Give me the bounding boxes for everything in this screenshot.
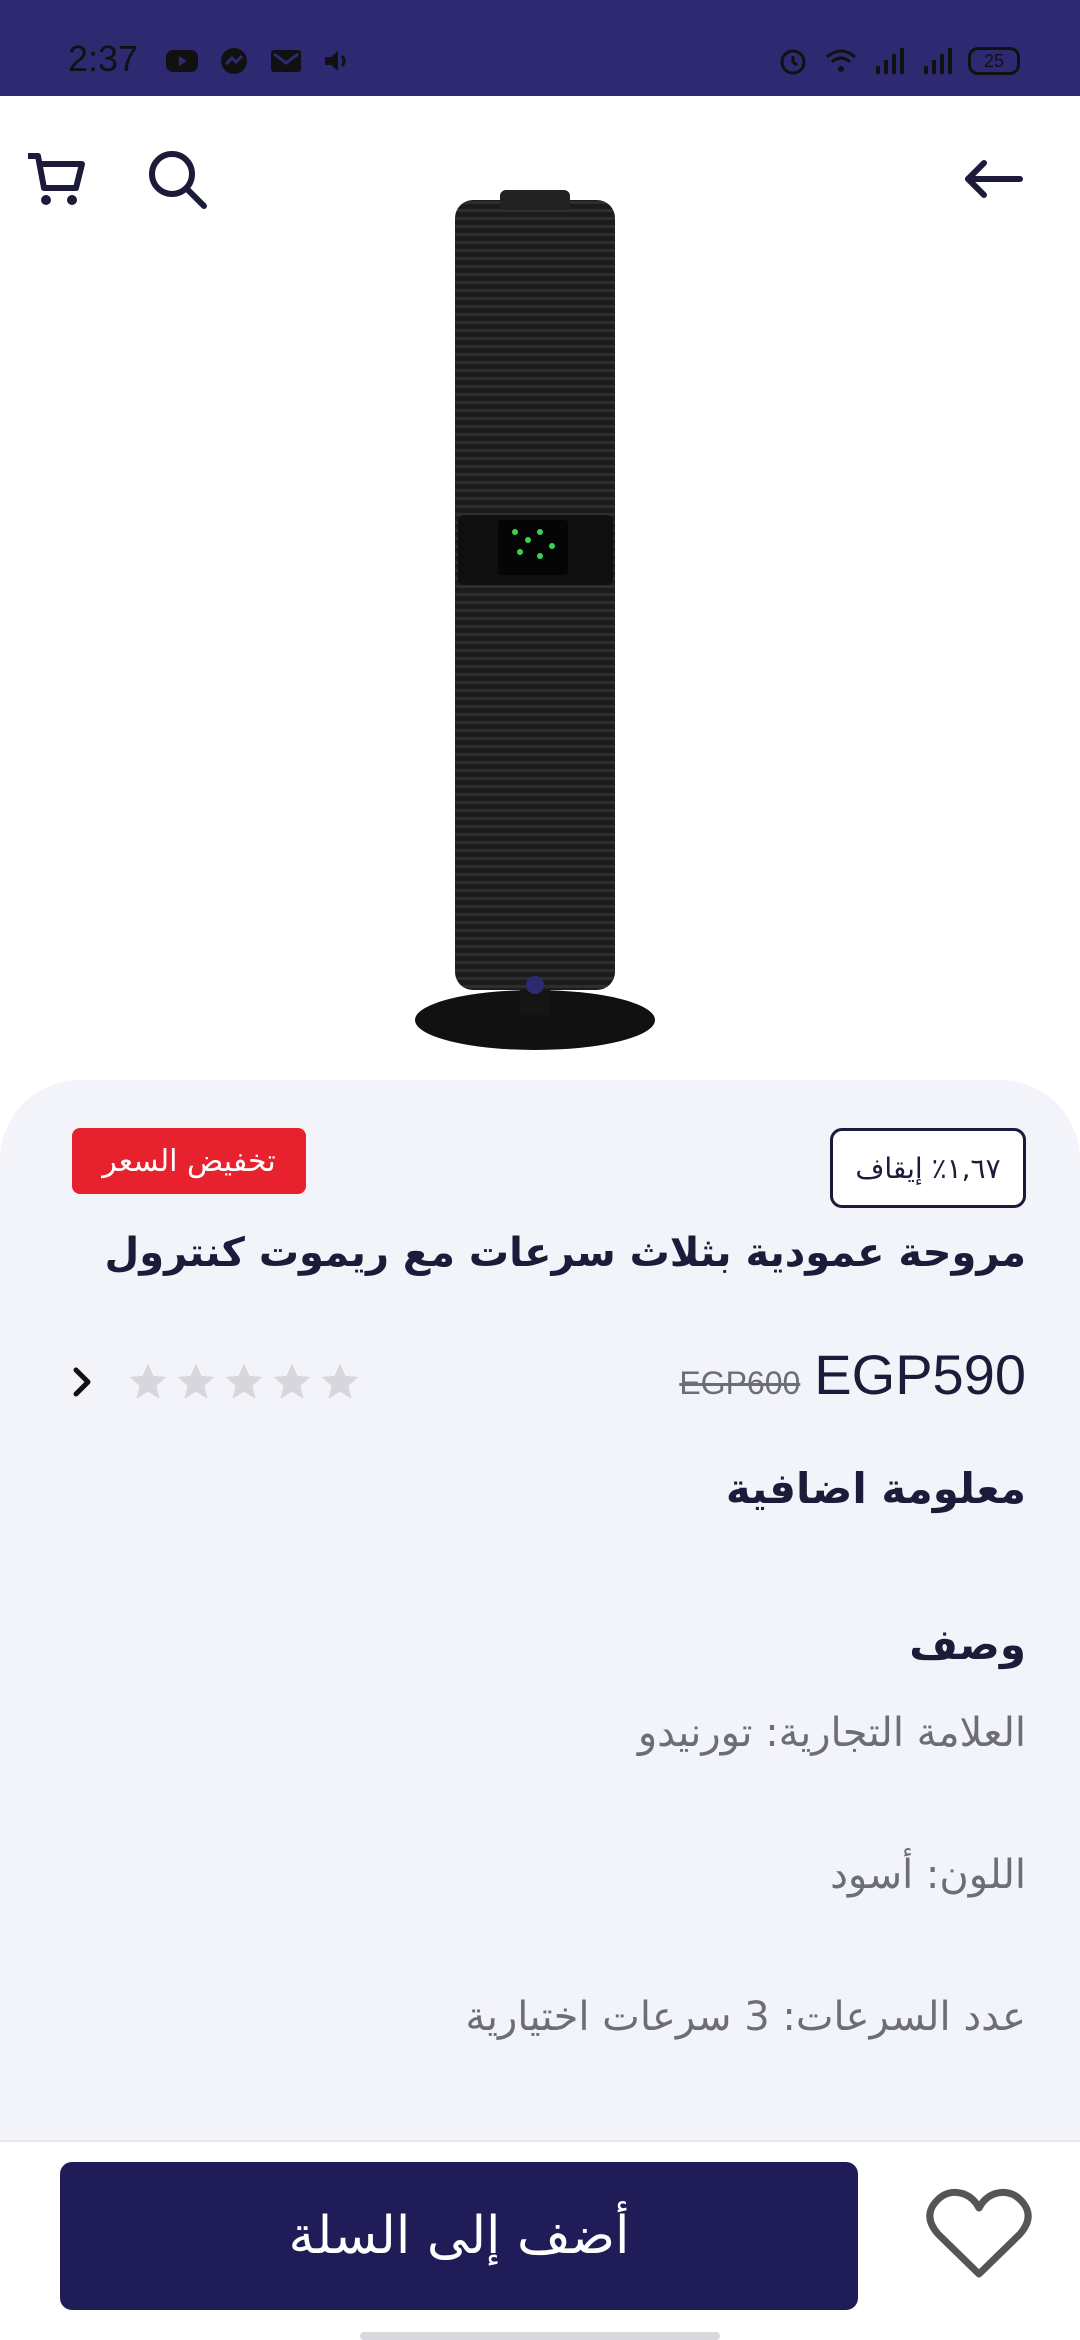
price-row: EGP600 EGP590 — [679, 1342, 1026, 1407]
discount-badge: ١,٦٧٪ إيقاف — [830, 1128, 1026, 1208]
current-price: EGP590 — [814, 1343, 1026, 1406]
star-icon — [321, 1363, 359, 1399]
heart-icon — [926, 2188, 1032, 2278]
messenger-icon — [221, 48, 247, 74]
star-icon — [273, 1363, 311, 1399]
rating-row[interactable] — [64, 1360, 362, 1404]
alarm-icon — [780, 49, 806, 75]
sale-badge: تخفيض السعر — [72, 1128, 306, 1194]
bottom-action-bar: أضف إلى السلة — [0, 2140, 1080, 2340]
signal-icon — [924, 48, 952, 74]
gmail-icon — [271, 50, 301, 72]
status-time: 2:37 — [68, 38, 139, 79]
wifi-icon — [826, 49, 856, 72]
system-icons: 25 — [776, 46, 1020, 76]
star-icon — [225, 1363, 263, 1399]
signal-icon — [876, 48, 904, 74]
product-info-panel: ١,٦٧٪ إيقاف تخفيض السعر مروحة عمودية بثل… — [0, 1080, 1080, 2150]
volume-icon — [325, 51, 346, 71]
description-heading: وصف — [909, 1620, 1026, 1669]
cart-icon — [28, 153, 85, 205]
home-indicator — [360, 2332, 720, 2340]
star-icon — [177, 1363, 215, 1399]
brand-line: العلامة التجارية: تورنيدو — [637, 1710, 1026, 1756]
add-to-cart-button[interactable]: أضف إلى السلة — [60, 2162, 858, 2310]
product-title: مروحة عمودية بثلاث سرعات مع ريموت كنترول — [104, 1230, 1026, 1276]
battery-indicator: 25 — [968, 47, 1020, 75]
status-bar: 2:37 25 — [0, 0, 1080, 96]
search-icon — [149, 151, 207, 209]
old-price: EGP600 — [679, 1365, 801, 1401]
extra-info-heading[interactable]: معلومة اضافية — [726, 1464, 1026, 1513]
cart-button[interactable] — [20, 144, 90, 214]
speeds-line: عدد السرعات: 3 سرعات اختيارية — [465, 1994, 1026, 2040]
back-arrow-icon — [965, 160, 1023, 198]
wishlist-button[interactable] — [924, 2184, 1034, 2284]
color-line: اللون: أسود — [830, 1852, 1026, 1898]
youtube-icon — [166, 50, 198, 72]
chevron-right-icon[interactable] — [64, 1362, 100, 1402]
notification-icons — [165, 46, 355, 76]
search-button[interactable] — [142, 144, 212, 214]
star-icon — [129, 1363, 167, 1399]
back-button[interactable] — [958, 144, 1028, 214]
product-image[interactable] — [380, 180, 700, 1060]
